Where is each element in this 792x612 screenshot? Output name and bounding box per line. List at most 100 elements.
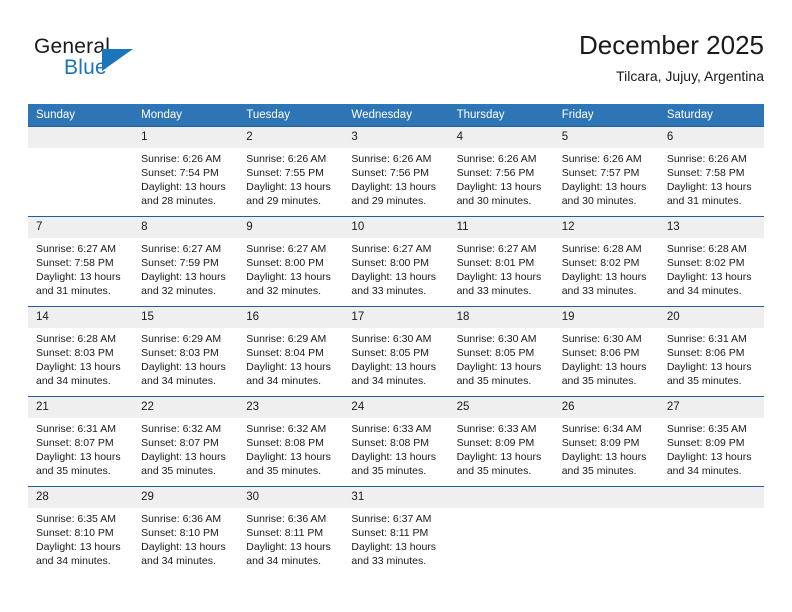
- daylight-text: Daylight: 13 hours and 34 minutes.: [351, 361, 437, 388]
- sunrise-text: Sunrise: 6:27 AM: [456, 243, 537, 255]
- sunset-text: Sunset: 8:03 PM: [141, 347, 219, 360]
- sunrise-text: Sunrise: 6:31 AM: [666, 333, 747, 345]
- calendar-header-row: Sunday Monday Tuesday Wednesday Thursday…: [28, 104, 764, 127]
- calendar-day-cell-empty: [28, 126, 134, 217]
- sunrise-text: Sunrise: 6:32 AM: [141, 423, 222, 435]
- day-details: Sunrise: 6:29 AM Sunset: 8:03 PM Daylight:…: [133, 328, 238, 388]
- day-number: 14: [28, 307, 134, 328]
- sunset-text: Sunset: 8:02 PM: [666, 257, 745, 270]
- sunrise-text: Sunrise: 6:33 AM: [456, 423, 537, 435]
- calendar-day-cell[interactable]: 26 Sunrise: 6:34 AM Sunset: 8:09 PM Dayligh…: [553, 396, 659, 487]
- sunrise-text: Sunrise: 6:35 AM: [666, 423, 747, 435]
- sunrise-text: Sunrise: 6:34 AM: [561, 423, 642, 435]
- day-details: Sunrise: 6:33 AM Sunset: 8:08 PM Daylight:…: [343, 418, 448, 478]
- calendar-day-cell[interactable]: 24 Sunrise: 6:33 AM Sunset: 8:08 PM Dayligh…: [343, 396, 449, 487]
- calendar-day-cell[interactable]: 17 Sunrise: 6:30 AM Sunset: 8:05 PM Dayligh…: [343, 306, 449, 397]
- sunrise-text: Sunrise: 6:28 AM: [561, 243, 642, 255]
- sunset-text: Sunset: 8:07 PM: [141, 437, 219, 450]
- calendar-day-cell[interactable]: 6 Sunrise: 6:26 AM Sunset: 7:58 PM Daylight…: [658, 126, 764, 217]
- day-number: 31: [343, 487, 449, 508]
- calendar-day-cell[interactable]: 22 Sunrise: 6:32 AM Sunset: 8:07 PM Dayligh…: [133, 396, 239, 487]
- calendar-body: 1 Sunrise: 6:26 AM Sunset: 7:54 PM Daylight…: [28, 126, 764, 576]
- calendar-day-cell[interactable]: 4 Sunrise: 6:26 AM Sunset: 7:56 PM Daylight…: [448, 126, 554, 217]
- sunset-text: Sunset: 8:09 PM: [666, 437, 745, 450]
- calendar-week-row: 14 Sunrise: 6:28 AM Sunset: 8:03 PM Dayligh…: [28, 306, 764, 397]
- calendar-day-cell[interactable]: 23 Sunrise: 6:32 AM Sunset: 8:08 PM Dayligh…: [238, 396, 344, 487]
- sunrise-text: Sunrise: 6:27 AM: [141, 243, 222, 255]
- weekday-header-friday: Friday: [553, 104, 659, 127]
- brand-logo[interactable]: General Blue: [34, 35, 154, 87]
- sunrise-text: Sunrise: 6:26 AM: [666, 153, 747, 165]
- calendar-day-cell[interactable]: 12 Sunrise: 6:28 AM Sunset: 8:02 PM Dayligh…: [553, 216, 659, 307]
- calendar-day-cell[interactable]: 7 Sunrise: 6:27 AM Sunset: 7:58 PM Daylight…: [28, 216, 134, 307]
- calendar-day-cell-empty: [658, 486, 764, 576]
- calendar-week-row: 21 Sunrise: 6:31 AM Sunset: 8:07 PM Dayligh…: [28, 396, 764, 487]
- day-number: 17: [343, 307, 449, 328]
- calendar-day-cell[interactable]: 15 Sunrise: 6:29 AM Sunset: 8:03 PM Dayligh…: [133, 306, 239, 397]
- calendar-day-cell[interactable]: 29 Sunrise: 6:36 AM Sunset: 8:10 PM Dayligh…: [133, 486, 239, 576]
- daylight-text: Daylight: 13 hours and 34 minutes.: [141, 361, 226, 388]
- sunset-text: Sunset: 7:58 PM: [666, 167, 745, 180]
- day-number: 12: [553, 217, 659, 238]
- calendar-day-cell-empty: [448, 486, 554, 576]
- calendar-week-row: 28 Sunrise: 6:35 AM Sunset: 8:10 PM Dayligh…: [28, 486, 764, 576]
- calendar-day-cell[interactable]: 27 Sunrise: 6:35 AM Sunset: 8:09 PM Dayligh…: [658, 396, 764, 487]
- day-number: 20: [658, 307, 764, 328]
- day-number: [658, 487, 764, 508]
- daylight-text: Daylight: 13 hours and 30 minutes.: [561, 181, 647, 208]
- day-details: Sunrise: 6:27 AM Sunset: 8:00 PM Daylight:…: [238, 238, 343, 298]
- calendar-day-cell[interactable]: 16 Sunrise: 6:29 AM Sunset: 8:04 PM Dayligh…: [238, 306, 344, 397]
- sunset-text: Sunset: 8:10 PM: [36, 527, 114, 540]
- day-details: Sunrise: 6:31 AM Sunset: 8:06 PM Daylight:…: [659, 328, 764, 388]
- calendar-week-row: 7 Sunrise: 6:27 AM Sunset: 7:58 PM Daylight…: [28, 216, 764, 307]
- calendar-day-cell[interactable]: 9 Sunrise: 6:27 AM Sunset: 8:00 PM Daylight…: [238, 216, 344, 307]
- calendar-day-cell[interactable]: 30 Sunrise: 6:36 AM Sunset: 8:11 PM Dayligh…: [238, 486, 344, 576]
- calendar-day-cell[interactable]: 2 Sunrise: 6:26 AM Sunset: 7:55 PM Daylight…: [238, 126, 344, 217]
- calendar-day-cell[interactable]: 1 Sunrise: 6:26 AM Sunset: 7:54 PM Daylight…: [133, 126, 239, 217]
- calendar-day-cell[interactable]: 21 Sunrise: 6:31 AM Sunset: 8:07 PM Dayligh…: [28, 396, 134, 487]
- sunrise-text: Sunrise: 6:26 AM: [141, 153, 222, 165]
- day-details: Sunrise: 6:26 AM Sunset: 7:56 PM Daylight:…: [449, 148, 554, 208]
- sunrise-text: Sunrise: 6:33 AM: [351, 423, 432, 435]
- calendar-day-cell[interactable]: 5 Sunrise: 6:26 AM Sunset: 7:57 PM Daylight…: [553, 126, 659, 217]
- sunrise-text: Sunrise: 6:30 AM: [456, 333, 537, 345]
- sunset-text: Sunset: 8:05 PM: [351, 347, 430, 360]
- calendar-day-cell[interactable]: 28 Sunrise: 6:35 AM Sunset: 8:10 PM Dayligh…: [28, 486, 134, 576]
- calendar-day-cell[interactable]: 10 Sunrise: 6:27 AM Sunset: 8:00 PM Dayligh…: [343, 216, 449, 307]
- page-subtitle: Tilcara, Jujuy, Argentina: [616, 68, 764, 84]
- day-number: 26: [553, 397, 659, 418]
- day-details: Sunrise: 6:30 AM Sunset: 8:06 PM Daylight:…: [554, 328, 659, 388]
- day-details: Sunrise: 6:34 AM Sunset: 8:09 PM Daylight:…: [554, 418, 659, 478]
- day-details: Sunrise: 6:29 AM Sunset: 8:04 PM Daylight:…: [238, 328, 343, 388]
- calendar-day-cell[interactable]: 18 Sunrise: 6:30 AM Sunset: 8:05 PM Dayligh…: [448, 306, 554, 397]
- day-number: 11: [448, 217, 554, 238]
- day-number: [553, 487, 659, 508]
- weekday-header-saturday: Saturday: [658, 104, 764, 127]
- sunset-text: Sunset: 7:55 PM: [246, 167, 324, 180]
- day-number: 23: [238, 397, 344, 418]
- calendar-day-cell[interactable]: 13 Sunrise: 6:28 AM Sunset: 8:02 PM Dayligh…: [658, 216, 764, 307]
- day-details: Sunrise: 6:36 AM Sunset: 8:10 PM Daylight:…: [133, 508, 238, 568]
- weekday-header-thursday: Thursday: [448, 104, 554, 127]
- daylight-text: Daylight: 13 hours and 28 minutes.: [141, 181, 226, 208]
- calendar-day-cell[interactable]: 11 Sunrise: 6:27 AM Sunset: 8:01 PM Dayligh…: [448, 216, 554, 307]
- day-number: [28, 127, 134, 148]
- calendar-day-cell[interactable]: 25 Sunrise: 6:33 AM Sunset: 8:09 PM Dayligh…: [448, 396, 554, 487]
- calendar-day-cell[interactable]: 19 Sunrise: 6:30 AM Sunset: 8:06 PM Dayligh…: [553, 306, 659, 397]
- calendar-day-cell[interactable]: 3 Sunrise: 6:26 AM Sunset: 7:56 PM Daylight…: [343, 126, 449, 217]
- daylight-text: Daylight: 13 hours and 35 minutes.: [456, 451, 542, 478]
- sunrise-text: Sunrise: 6:27 AM: [246, 243, 327, 255]
- daylight-text: Daylight: 13 hours and 34 minutes.: [666, 451, 752, 478]
- day-details: Sunrise: 6:35 AM Sunset: 8:10 PM Daylight:…: [28, 508, 133, 568]
- calendar-week-row: 1 Sunrise: 6:26 AM Sunset: 7:54 PM Daylight…: [28, 126, 764, 217]
- calendar-day-cell[interactable]: 31 Sunrise: 6:37 AM Sunset: 8:11 PM Dayligh…: [343, 486, 449, 576]
- day-number: 28: [28, 487, 134, 508]
- daylight-text: Daylight: 13 hours and 35 minutes.: [351, 451, 437, 478]
- calendar-day-cell[interactable]: 8 Sunrise: 6:27 AM Sunset: 7:59 PM Daylight…: [133, 216, 239, 307]
- page-header: General Blue December 2025 Tilcara, Juju…: [28, 28, 764, 98]
- day-number: 21: [28, 397, 134, 418]
- sunset-text: Sunset: 8:00 PM: [246, 257, 324, 270]
- daylight-text: Daylight: 13 hours and 35 minutes.: [246, 451, 331, 478]
- calendar-day-cell[interactable]: 20 Sunrise: 6:31 AM Sunset: 8:06 PM Dayligh…: [658, 306, 764, 397]
- calendar-day-cell[interactable]: 14 Sunrise: 6:28 AM Sunset: 8:03 PM Dayligh…: [28, 306, 134, 397]
